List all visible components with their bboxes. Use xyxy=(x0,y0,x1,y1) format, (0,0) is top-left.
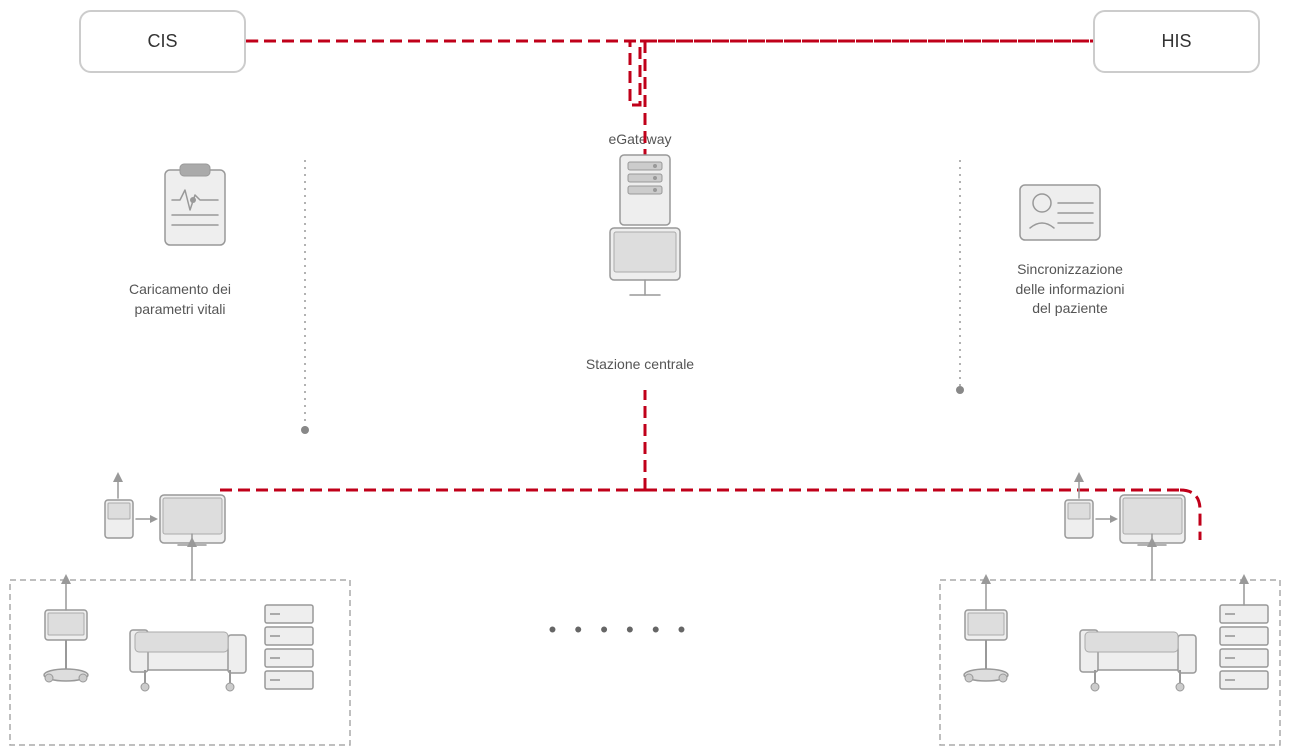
his-label: HIS xyxy=(1161,31,1191,52)
sincronizzazione-label: Sincronizzazione delle informazioni del … xyxy=(970,260,1170,319)
diagram-container: CIS HIS eGateway Stazione centrale Caric… xyxy=(0,0,1290,750)
stazione-centrale-label: Stazione centrale xyxy=(555,355,725,375)
his-box: HIS xyxy=(1093,10,1260,73)
caricamento-label: Caricamento dei parametri vitali xyxy=(100,280,260,319)
egateway-label: eGateway xyxy=(580,130,700,150)
dots-label: • • • • • • xyxy=(520,615,720,646)
cis-label: CIS xyxy=(147,31,177,52)
cis-box: CIS xyxy=(79,10,246,73)
